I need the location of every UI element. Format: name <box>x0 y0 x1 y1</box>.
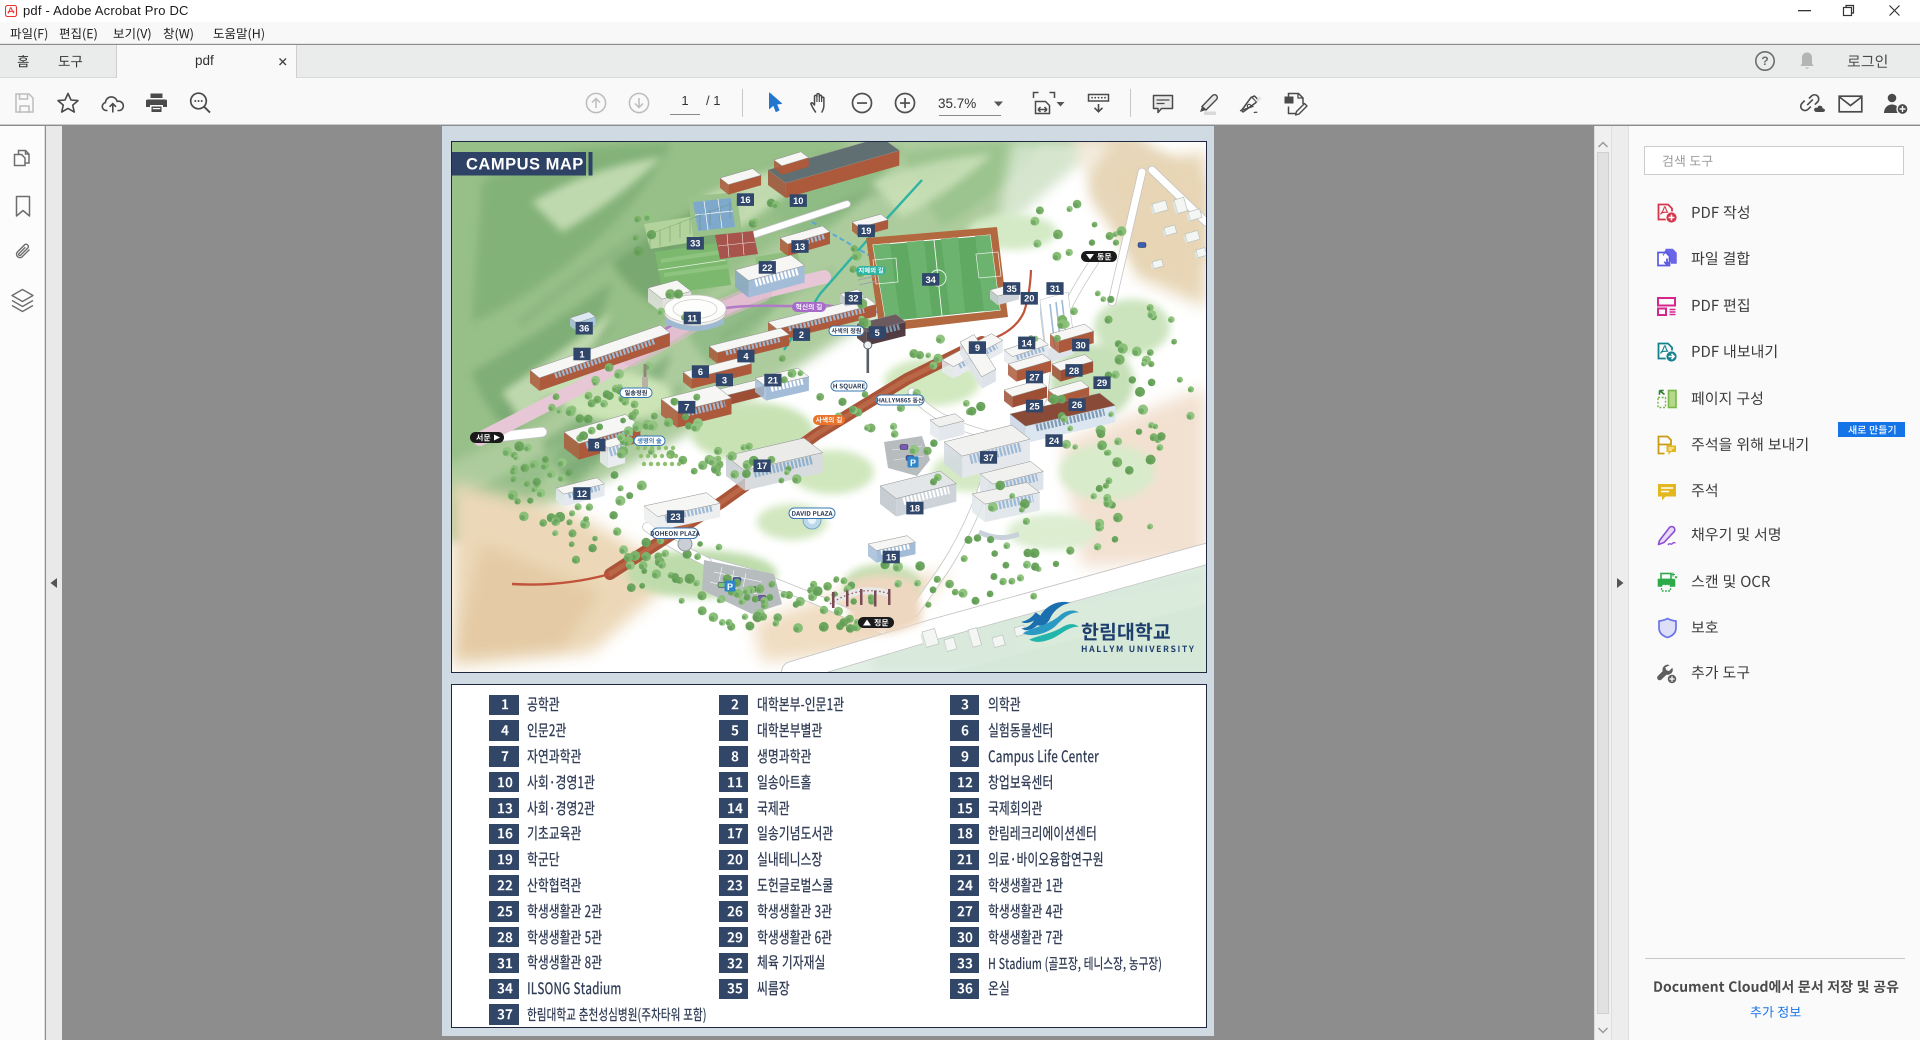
svg-text:7: 7 <box>685 403 690 413</box>
svg-text:31: 31 <box>1050 284 1060 294</box>
svg-text:32: 32 <box>849 294 859 304</box>
svg-text:19: 19 <box>862 227 872 237</box>
svg-text:23: 23 <box>671 512 681 522</box>
svg-text:22: 22 <box>763 263 773 273</box>
svg-text:3: 3 <box>722 376 727 386</box>
svg-text:18: 18 <box>910 504 920 514</box>
svg-text:21: 21 <box>768 376 778 386</box>
svg-text:15: 15 <box>886 553 896 563</box>
svg-text:24: 24 <box>1049 436 1060 446</box>
svg-text:33: 33 <box>691 239 701 249</box>
svg-text:CAMPUS MAP: CAMPUS MAP <box>466 156 584 174</box>
svg-text:P: P <box>727 582 733 592</box>
svg-text:29: 29 <box>1097 378 1107 388</box>
svg-text:10: 10 <box>794 196 804 206</box>
svg-text:P: P <box>910 458 916 468</box>
svg-text:28: 28 <box>1069 366 1079 376</box>
svg-text:2: 2 <box>799 330 804 340</box>
svg-text:26: 26 <box>1072 400 1082 410</box>
svg-text:37: 37 <box>984 453 994 463</box>
svg-text:8: 8 <box>595 441 600 451</box>
svg-text:35: 35 <box>1007 284 1017 294</box>
svg-text:1: 1 <box>580 350 585 360</box>
svg-text:34: 34 <box>926 275 937 285</box>
svg-text:?: ? <box>1761 54 1768 68</box>
svg-text:6: 6 <box>698 367 703 377</box>
svg-text:13: 13 <box>795 242 805 252</box>
svg-text:12: 12 <box>577 489 587 499</box>
svg-text:27: 27 <box>1030 373 1040 383</box>
svg-text:11: 11 <box>688 314 698 324</box>
svg-text:4: 4 <box>744 352 750 362</box>
svg-text:17: 17 <box>757 462 767 472</box>
svg-text:20: 20 <box>1025 294 1035 304</box>
svg-text:9: 9 <box>975 343 980 353</box>
svg-text:25: 25 <box>1030 402 1040 412</box>
svg-text:30: 30 <box>1076 341 1086 351</box>
svg-text:16: 16 <box>741 195 751 205</box>
svg-text:14: 14 <box>1022 339 1033 349</box>
svg-text:36: 36 <box>579 324 589 334</box>
svg-text:5: 5 <box>875 328 880 338</box>
